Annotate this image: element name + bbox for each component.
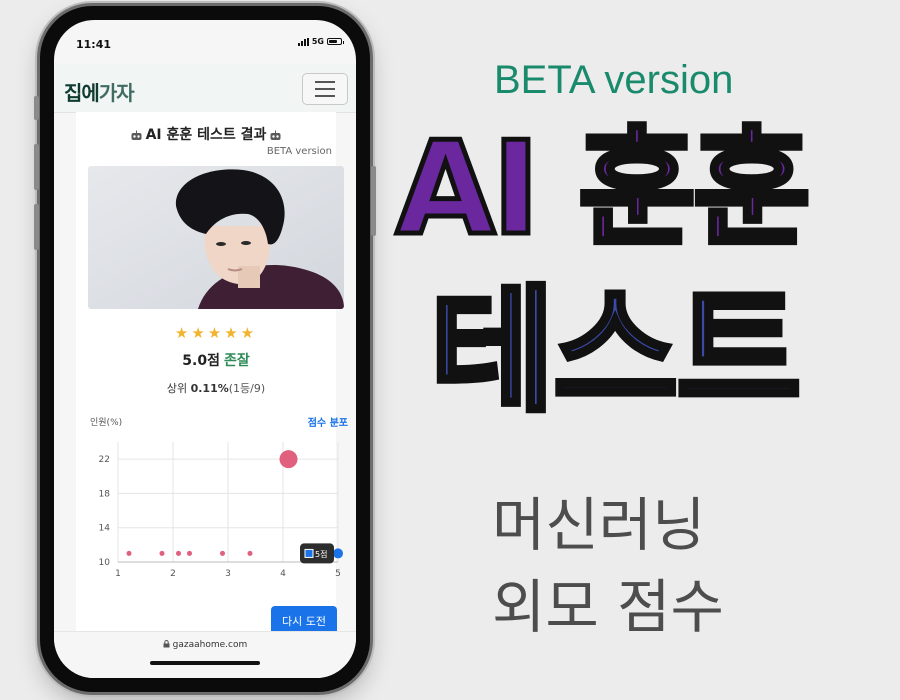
rank-value: 0.11% xyxy=(190,382,229,395)
volume-up-button xyxy=(34,144,39,190)
brand-part1: 집에 xyxy=(64,81,100,105)
rank-detail: (1등/9) xyxy=(228,382,266,395)
x-tick-label: 4 xyxy=(280,569,286,579)
data-point xyxy=(126,550,132,556)
chart-title: 점수 분포 xyxy=(307,418,348,429)
tooltip-label: 5점 xyxy=(315,549,327,559)
robot-icon xyxy=(131,130,142,140)
x-axis-label: 점수(1~5) xyxy=(207,583,250,584)
score-line: 5.0점 존잘 xyxy=(76,350,356,370)
y-tick-label: 22 xyxy=(99,455,110,465)
grade-label: 존잘 xyxy=(223,353,250,369)
y-tick-label: 14 xyxy=(99,524,111,534)
brand-logo[interactable]: 집에가자 xyxy=(64,77,135,106)
robot-icon xyxy=(270,130,281,140)
score-value: 5.0점 xyxy=(182,353,220,369)
status-indicators: 5G xyxy=(297,37,344,46)
power-button xyxy=(371,166,376,236)
portrait-photo xyxy=(88,166,344,309)
promo-beta: BETA version xyxy=(494,58,734,102)
y-tick-label: 10 xyxy=(99,558,111,568)
url-text[interactable]: gazaahome.com xyxy=(54,640,356,650)
data-point xyxy=(176,550,181,556)
battery-level xyxy=(329,40,338,43)
signal-icon xyxy=(297,37,309,46)
browser-url-bar: gazaahome.com xyxy=(54,631,356,678)
data-point xyxy=(159,550,165,556)
x-tick-label: 5 xyxy=(335,569,341,579)
promo-tagline-line2: 외모 점수 xyxy=(492,573,724,641)
result-title: AI 훈훈 테스트 결과 xyxy=(76,124,336,144)
rank-line: 상위 0.11%(1등/9) xyxy=(76,380,356,396)
hamburger-menu-button[interactable] xyxy=(302,73,348,105)
status-bar: 11:41 5G xyxy=(54,20,356,58)
top-navbar: 집에가자 xyxy=(54,64,356,113)
data-point xyxy=(247,550,253,556)
brand-part2: 가자 xyxy=(98,81,135,105)
rank-prefix: 상위 xyxy=(166,382,191,395)
score-distribution-chart: 1 2 3 4 5 10 14 18 22 점수(1~5) 5점 xyxy=(99,442,343,584)
y-tick-label: 18 xyxy=(99,489,111,499)
url-value: gazaahome.com xyxy=(172,640,248,650)
x-tick-label: 1 xyxy=(115,569,121,579)
promo-headline-line1: AI 훈훈 xyxy=(394,115,814,264)
battery-icon xyxy=(327,38,344,45)
result-card: AI 훈훈 테스트 결과 BETA version ★★★★★ 5.0점 존잘 … xyxy=(76,112,348,636)
tooltip-swatch xyxy=(304,548,314,558)
home-indicator[interactable] xyxy=(150,661,260,665)
promo-headline-line2: 테스트 xyxy=(427,273,803,431)
data-point xyxy=(279,450,298,469)
phone-frame: 11:41 5G 집에가자 AI 훈훈 테스트 결과 BETA version … xyxy=(34,6,376,692)
data-point xyxy=(187,550,192,556)
result-title-text: AI 훈훈 테스트 결과 xyxy=(145,127,267,143)
phone-screen: 11:41 5G 집에가자 AI 훈훈 테스트 결과 BETA version … xyxy=(54,20,356,678)
highlight-point xyxy=(333,548,343,559)
data-point xyxy=(220,550,225,556)
lock-icon xyxy=(163,640,170,648)
x-tick-label: 2 xyxy=(170,569,176,579)
rating-stars: ★★★★★ xyxy=(174,324,258,342)
volume-down-button xyxy=(34,204,39,250)
chart-y-axis-label: 인원(%) xyxy=(90,418,123,428)
mute-switch xyxy=(34,96,39,120)
status-time: 11:41 xyxy=(76,38,112,51)
beta-label: BETA version xyxy=(266,146,332,157)
x-tick-label: 3 xyxy=(225,569,231,579)
network-type: 5G xyxy=(311,37,324,46)
hamburger-icon xyxy=(315,81,335,83)
promo-tagline-line1: 머신러닝 xyxy=(492,491,706,559)
